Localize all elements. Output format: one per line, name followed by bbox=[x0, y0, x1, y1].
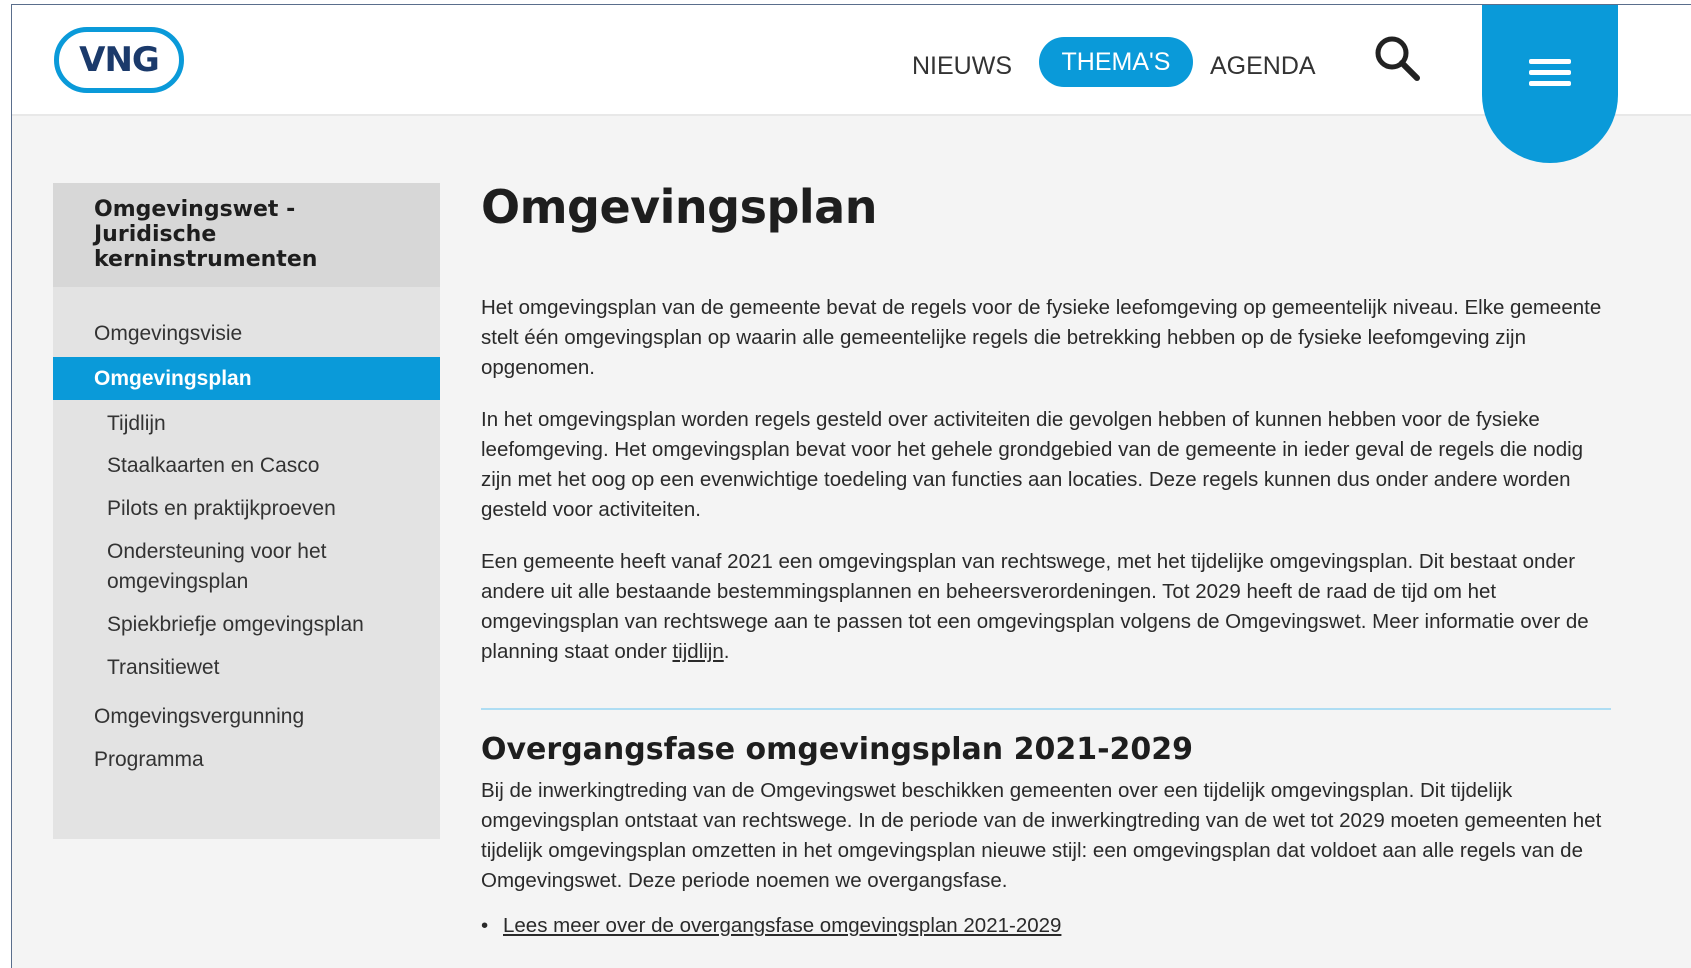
bullet-dot: • bbox=[481, 914, 489, 937]
sidebar-item-omgevingsvergunning[interactable]: Omgevingsvergunning bbox=[53, 702, 440, 732]
paragraph-3-text: Een gemeente heeft vanaf 2021 een omgevi… bbox=[481, 550, 1589, 663]
section-divider bbox=[481, 708, 1611, 710]
section-paragraph: Bij de inwerkingtreding van de Omgevings… bbox=[481, 779, 1602, 892]
site-header: VNG NIEUWS THEMA'S AGENDA bbox=[12, 5, 1691, 163]
sidebar-item-spiekbriefje[interactable]: Spiekbriefje omgevingsplan bbox=[53, 610, 440, 640]
sidebar-item-programma[interactable]: Programma bbox=[53, 745, 440, 775]
sidebar-item-omgevingsvisie[interactable]: Omgevingsvisie bbox=[53, 319, 440, 349]
nav-agenda[interactable]: AGENDA bbox=[1210, 41, 1316, 91]
sidebar-item-omgevingsplan[interactable]: Omgevingsplan bbox=[53, 357, 440, 400]
search-icon[interactable] bbox=[1372, 33, 1424, 85]
sidebar-item-transitiewet[interactable]: Transitiewet bbox=[53, 653, 440, 683]
hamburger-menu-icon[interactable] bbox=[1482, 5, 1618, 163]
intro-paragraph-2: In het omgevingsplan worden regels geste… bbox=[481, 408, 1584, 521]
paragraph-3-end: . bbox=[723, 640, 730, 663]
nav-themes[interactable]: THEMA'S bbox=[1039, 37, 1193, 87]
page-title: Omgevingsplan bbox=[481, 180, 877, 234]
sidebar-title[interactable]: Omgevingswet - Juridische kerninstrument… bbox=[53, 183, 440, 287]
intro-paragraph-3: Een gemeente heeft vanaf 2021 een omgevi… bbox=[481, 547, 1611, 667]
sidebar-item-tijdlijn[interactable]: Tijdlijn bbox=[53, 409, 440, 439]
sidebar: Omgevingswet - Juridische kerninstrument… bbox=[53, 183, 440, 839]
logo-text: VNG bbox=[79, 40, 160, 80]
intro-paragraph-1: Het omgevingsplan van de gemeente bevat … bbox=[481, 296, 1602, 379]
sidebar-item-ondersteuning[interactable]: Ondersteuning voor het omgevingsplan bbox=[53, 537, 383, 597]
section-heading: Overgangsfase omgevingsplan 2021-2029 bbox=[481, 732, 1194, 767]
browser-frame: VNG NIEUWS THEMA'S AGENDA Omgevingswet -… bbox=[11, 4, 1691, 968]
tijdlijn-link[interactable]: tijdlijn bbox=[672, 640, 723, 663]
vng-logo[interactable]: VNG bbox=[54, 27, 184, 93]
sidebar-item-staalkaarten[interactable]: Staalkaarten en Casco bbox=[53, 451, 440, 481]
list-item: • Lees meer over de overgangsfase omgevin… bbox=[481, 914, 1061, 938]
overgangsfase-link[interactable]: Lees meer over de overgangsfase omgeving… bbox=[503, 914, 1061, 937]
sidebar-item-pilots[interactable]: Pilots en praktijkproeven bbox=[53, 494, 440, 524]
nav-news[interactable]: NIEUWS bbox=[912, 41, 1012, 91]
